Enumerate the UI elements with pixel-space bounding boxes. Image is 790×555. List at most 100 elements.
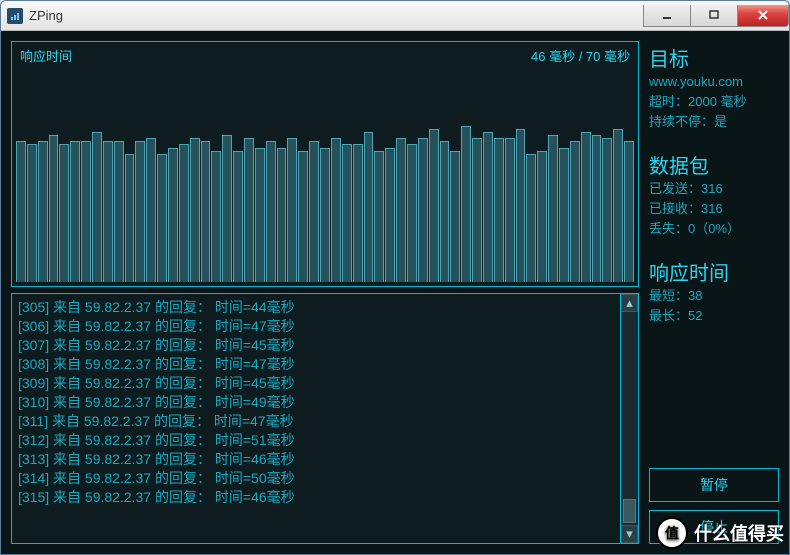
chart-bar [190, 138, 200, 282]
chart-bar [125, 154, 135, 282]
log-line: [311] 来自 59.82.2.37 的回复： 时间=47毫秒 [18, 412, 614, 431]
chart-bar [103, 141, 113, 282]
chart-bar [570, 141, 580, 282]
resp-max: 最长：52 [649, 306, 779, 326]
window-title: ZPing [29, 8, 644, 23]
log-line: [306] 来自 59.82.2.37 的回复： 时间=47毫秒 [18, 317, 614, 336]
chart-bar [429, 129, 439, 282]
chart-bar [70, 141, 80, 282]
chart-bar [201, 141, 211, 282]
chart-bar [298, 151, 308, 282]
chart-bar [450, 151, 460, 282]
log-line: [313] 来自 59.82.2.37 的回复： 时间=46毫秒 [18, 450, 614, 469]
target-title: 目标 [649, 43, 779, 72]
chart-bar [266, 141, 276, 282]
chart-bar [526, 154, 536, 282]
chart-bar [559, 148, 569, 283]
chart-bar [505, 138, 515, 282]
scroll-thumb[interactable] [623, 499, 636, 523]
chart-bar [168, 148, 178, 283]
chart-bar [277, 148, 287, 283]
maximize-button[interactable] [690, 5, 738, 27]
chart-bar [92, 132, 102, 282]
chart-bar [320, 148, 330, 283]
packets-title: 数据包 [649, 150, 779, 179]
chart-bar [309, 141, 319, 282]
app-icon [7, 8, 23, 24]
log-line: [315] 来自 59.82.2.37 的回复： 时间=46毫秒 [18, 488, 614, 507]
chart-bar [222, 135, 232, 282]
packets-sent: 已发送：316 [649, 179, 779, 199]
chart-bar [385, 148, 395, 283]
chart-bar [407, 144, 417, 282]
chart-bar [440, 141, 450, 282]
pause-button[interactable]: 暂停 [649, 468, 779, 502]
packets-recv: 已接收：316 [649, 199, 779, 219]
chart-bar [461, 126, 471, 282]
chart-bar [27, 144, 37, 282]
stop-button[interactable]: 停止 [649, 510, 779, 544]
log-output: [305] 来自 59.82.2.37 的回复： 时间=44毫秒[306] 来自… [12, 294, 620, 543]
chart-bar [331, 138, 341, 282]
scrollbar[interactable]: ▴ ▾ [620, 294, 638, 543]
chart-bar [374, 151, 384, 282]
minimize-button[interactable] [643, 5, 691, 27]
chart-bar [81, 141, 91, 282]
chart-bar [179, 144, 189, 282]
resp-min: 最短：38 [649, 286, 779, 306]
chart-bar [38, 141, 48, 282]
chart-panel: 响应时间 46 毫秒 / 70 毫秒 [11, 41, 639, 287]
chart-label: 响应时间 [20, 46, 72, 65]
chart-bar [548, 135, 558, 282]
chart-bar [255, 148, 265, 283]
log-line: [312] 来自 59.82.2.37 的回复： 时间=51毫秒 [18, 431, 614, 450]
chart-bar [592, 135, 602, 282]
log-line: [308] 来自 59.82.2.37 的回复： 时间=47毫秒 [18, 355, 614, 374]
resp-title: 响应时间 [649, 257, 779, 286]
chart-bar [146, 138, 156, 282]
scroll-down-button[interactable]: ▾ [621, 525, 638, 543]
titlebar[interactable]: ZPing [1, 1, 789, 31]
chart-bar [581, 132, 591, 282]
packets-lost: 丢失：0（0%） [649, 219, 779, 239]
chart-bar [396, 138, 406, 282]
chart-bar [135, 141, 145, 282]
log-line: [309] 来自 59.82.2.37 的回复： 时间=45毫秒 [18, 374, 614, 393]
chart-area [16, 68, 634, 282]
chart-bar [537, 151, 547, 282]
chart-bar [602, 138, 612, 282]
chart-bar [59, 144, 69, 282]
chart-bar [494, 138, 504, 282]
chart-bar [624, 141, 634, 282]
app-window: ZPing 响应时间 46 毫秒 / 70 毫秒 [305] 来自 59.82.… [0, 0, 790, 555]
log-panel: [305] 来自 59.82.2.37 的回复： 时间=44毫秒[306] 来自… [11, 293, 639, 544]
log-line: [314] 来自 59.82.2.37 的回复： 时间=50毫秒 [18, 469, 614, 488]
chart-bar [342, 144, 352, 282]
chart-bar [364, 132, 374, 282]
chart-bar [244, 138, 254, 282]
log-line: [305] 来自 59.82.2.37 的回复： 时间=44毫秒 [18, 298, 614, 317]
chart-bar [287, 138, 297, 282]
chart-bar [211, 151, 221, 282]
chart-bar [613, 129, 623, 282]
chart-bar [516, 129, 526, 282]
log-line: [307] 来自 59.82.2.37 的回复： 时间=45毫秒 [18, 336, 614, 355]
chart-bar [353, 144, 363, 282]
log-line: [310] 来自 59.82.2.37 的回复： 时间=49毫秒 [18, 393, 614, 412]
info-sidebar: 目标 www.youku.com 超时：2000 毫秒 持续不停：是 数据包 已… [649, 41, 779, 544]
chart-bar [472, 138, 482, 282]
target-host: www.youku.com [649, 72, 779, 92]
target-continuous: 持续不停：是 [649, 112, 779, 132]
close-button[interactable] [737, 5, 789, 27]
chart-bar [233, 151, 243, 282]
chart-bar [114, 141, 124, 282]
chart-bar [483, 132, 493, 282]
chart-bar [157, 154, 167, 282]
scroll-up-button[interactable]: ▴ [621, 294, 638, 312]
chart-stats: 46 毫秒 / 70 毫秒 [531, 46, 630, 65]
client-area: 响应时间 46 毫秒 / 70 毫秒 [305] 来自 59.82.2.37 的… [1, 31, 789, 554]
chart-bar [418, 138, 428, 282]
chart-bar [16, 141, 26, 282]
chart-bar [49, 135, 59, 282]
target-timeout: 超时：2000 毫秒 [649, 92, 779, 112]
